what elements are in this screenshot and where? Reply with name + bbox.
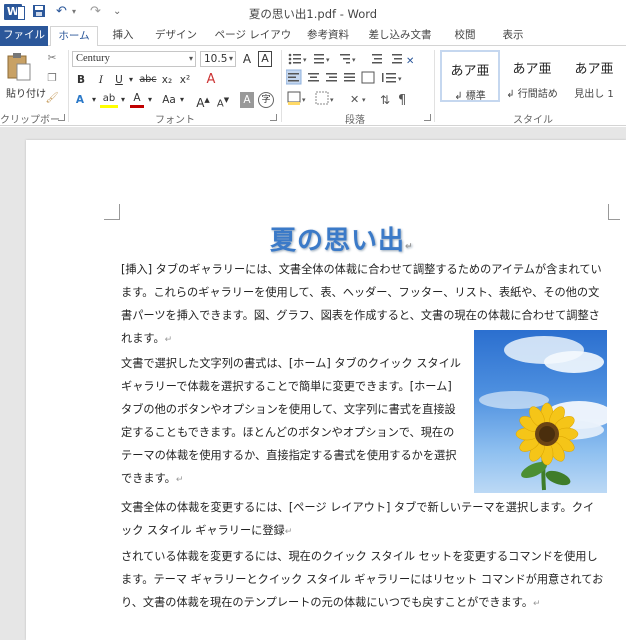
paragraph-controls: ▾ ▾ ▾ ✕ ▾ ▾ ▾ ✕ ▾ ⇅ ¶ <box>285 52 426 108</box>
paste-label: 貼り付け <box>6 89 46 100</box>
tab-page-layout[interactable]: ページ レイアウト <box>210 26 296 60</box>
style-name: ↲ 標準 <box>454 91 486 102</box>
tab-mailings[interactable]: 差し込み文書 <box>366 26 434 46</box>
window-title: 夏の思い出1.pdf - Word <box>248 7 378 21</box>
svg-text:▾: ▾ <box>302 96 306 104</box>
document-title-text: 夏の思い出 <box>270 226 406 256</box>
paragraph-mark: ↵ <box>164 335 173 345</box>
divider <box>434 50 435 122</box>
body-paragraph-3[interactable]: 文書全体の体裁を変更するには、[ページ レイアウト] タブで新しいテーマを選択し… <box>121 496 605 544</box>
paragraph-mark: ↵ <box>284 527 293 537</box>
tab-review[interactable]: 校閲 <box>446 26 484 46</box>
paragraph-group-label: 段落 <box>345 115 365 126</box>
paragraph-mark: ↵ <box>405 242 414 252</box>
clear-formatting-icon[interactable]: A <box>202 72 220 88</box>
clipboard-launcher-icon[interactable] <box>58 114 65 121</box>
sunflower-photo[interactable] <box>474 330 607 493</box>
paste-button[interactable]: 貼り付け <box>6 52 46 102</box>
tab-home[interactable]: ホーム <box>50 26 98 47</box>
document-title[interactable]: 夏の思い出↵ <box>270 220 450 257</box>
sunflower-image-icon <box>479 336 607 491</box>
shrink-font-glyph: A <box>216 98 224 110</box>
font-dialog-icon[interactable]: A <box>258 51 272 67</box>
tab-file[interactable]: ファイル <box>0 26 48 46</box>
tab-design[interactable]: デザイン <box>148 26 204 46</box>
font-size-combo[interactable]: 10.5 ▾ <box>200 51 236 67</box>
margin-corner-mark <box>608 204 620 220</box>
underline-button[interactable]: U <box>112 72 126 88</box>
grow-font-icon[interactable]: A <box>240 51 254 67</box>
divider <box>68 50 69 122</box>
superscript-button[interactable]: x² <box>178 72 192 88</box>
body-paragraph-4[interactable]: されている体裁を変更するには、現在のクイック スタイル セットを変更するコマンド… <box>121 545 605 616</box>
tab-view[interactable]: 表示 <box>494 26 532 46</box>
svg-text:▾: ▾ <box>303 56 307 64</box>
underline-dropdown-icon[interactable]: ▾ <box>127 72 135 88</box>
copy-icon[interactable]: ❐ <box>44 70 60 86</box>
ribbon: 貼り付け ✂ ❐ 🖌 クリップボード Century▾ 10.5▾ A A B … <box>0 46 626 141</box>
chevron-down-icon: ▾ <box>228 54 233 63</box>
chevron-down-icon[interactable]: ▾ <box>90 92 98 108</box>
paragraph-launcher-icon[interactable] <box>424 114 431 121</box>
svg-text:✕: ✕ <box>406 56 414 67</box>
paragraph-text: 文書で選択した文字列の書式は、[ホーム] タブのクイック スタイル ギャラリーで… <box>121 357 461 485</box>
text-effects-icon[interactable]: A <box>72 92 88 108</box>
svg-text:▾: ▾ <box>362 96 366 104</box>
format-painter-icon[interactable]: 🖌 <box>44 90 60 106</box>
paragraph-buttons-icon: ▾ ▾ ▾ ✕ ▾ ▾ ▾ ✕ ▾ ⇅ ¶ <box>285 53 414 108</box>
style-sample: あア亜 <box>512 62 552 77</box>
font-color-icon[interactable]: A <box>130 92 144 108</box>
paragraph-text: されている体裁を変更するには、現在のクイック スタイル セットを変更するコマンド… <box>121 550 604 609</box>
body-paragraph-2[interactable]: 文書で選択した文字列の書式は、[ホーム] タブのクイック スタイル ギャラリーで… <box>121 352 461 492</box>
chevron-down-icon[interactable]: ▾ <box>146 92 154 108</box>
paragraph-mark: ↵ <box>533 599 541 609</box>
font-name-value: Century <box>76 53 110 64</box>
chevron-down-icon[interactable]: ▾ <box>119 92 127 108</box>
style-sample: あア亜 <box>574 62 614 77</box>
style-name: ↲ 行間詰め <box>506 89 558 100</box>
italic-button[interactable]: I <box>94 72 108 88</box>
highlight-color-icon[interactable]: ab <box>100 92 118 108</box>
title-bar: W ↶ ▾ ↷ ⌄ 夏の思い出1.pdf - Word <box>0 0 626 26</box>
change-case-icon[interactable]: Aa <box>160 92 178 108</box>
svg-text:⇅: ⇅ <box>380 93 390 107</box>
font-launcher-icon[interactable] <box>270 114 277 121</box>
grow-font-button[interactable]: A▲ <box>196 92 210 110</box>
font-group-label: フォント <box>155 115 195 126</box>
font-name-combo[interactable]: Century ▾ <box>72 51 196 67</box>
bold-button[interactable]: B <box>74 72 88 88</box>
paragraph-mark: ↵ <box>175 475 184 485</box>
svg-text:▾: ▾ <box>330 96 334 104</box>
character-shading-icon[interactable]: A <box>240 92 254 108</box>
style-normal[interactable]: あア亜 ↲ 標準 <box>440 50 500 102</box>
tab-insert[interactable]: 挿入 <box>104 26 142 46</box>
shrink-font-button[interactable]: A▼ <box>216 92 230 110</box>
chevron-down-icon: ▾ <box>188 54 193 63</box>
cut-icon[interactable]: ✂ <box>44 50 60 66</box>
tab-references[interactable]: 参考資料 <box>302 26 354 46</box>
style-heading-1[interactable]: あア亜 見出し 1 <box>564 50 624 102</box>
chevron-down-icon[interactable]: ▾ <box>178 92 186 108</box>
paste-icon <box>7 53 31 81</box>
style-no-spacing[interactable]: あア亜 ↲ 行間詰め <box>502 50 562 102</box>
enclose-characters-icon[interactable]: 字 <box>258 92 274 108</box>
strikethrough-button[interactable]: abc <box>138 72 158 88</box>
svg-text:✕: ✕ <box>350 93 359 106</box>
svg-text:▾: ▾ <box>398 75 402 83</box>
paragraph-text: 文書全体の体裁を変更するには、[ページ レイアウト] タブで新しいテーマを選択し… <box>121 501 595 537</box>
styles-group-label: スタイル <box>513 115 553 126</box>
font-size-value: 10.5 <box>204 53 228 65</box>
svg-text:¶: ¶ <box>398 93 406 108</box>
subscript-button[interactable]: x₂ <box>160 72 174 88</box>
margin-corner-mark <box>104 204 120 220</box>
style-name: 見出し 1 <box>574 89 614 100</box>
style-sample: あア亜 <box>450 64 490 79</box>
svg-text:▾: ▾ <box>352 56 356 64</box>
svg-text:▾: ▾ <box>326 56 330 64</box>
ribbon-tabs: ファイル ホーム 挿入 デザイン ページ レイアウト 参考資料 差し込み文書 校… <box>0 26 626 60</box>
